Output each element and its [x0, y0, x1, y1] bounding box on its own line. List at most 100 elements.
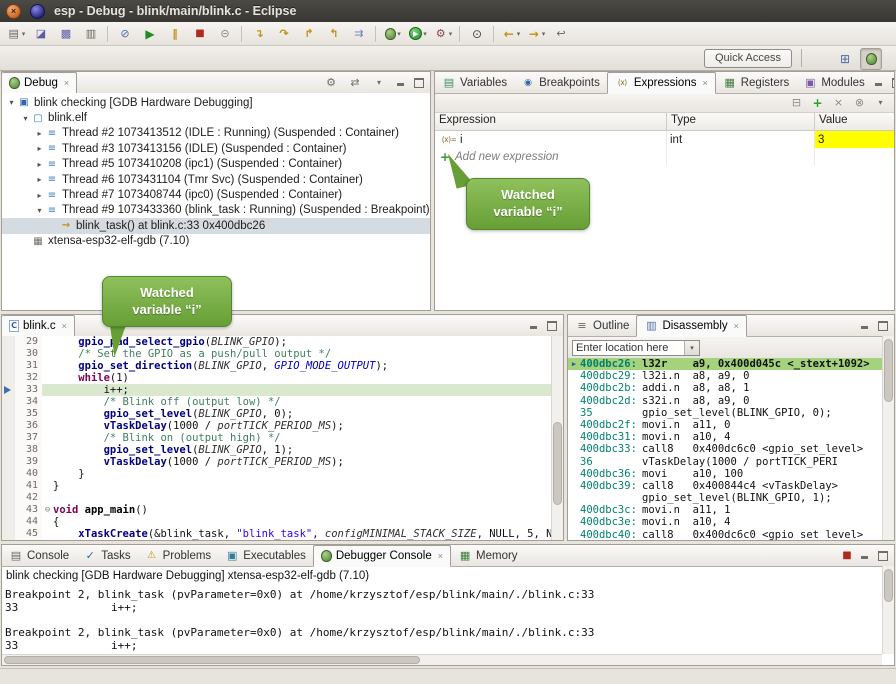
disasm-tab-disassembly[interactable]: ▥Disassembly×: [636, 315, 746, 337]
instruction-stepping-button[interactable]: ⇉: [347, 23, 371, 45]
console-tab-console[interactable]: ▤Console: [2, 545, 76, 566]
column-header-value[interactable]: Value: [815, 113, 894, 130]
remove-expression-button[interactable]: ×: [829, 94, 848, 112]
column-header-expression[interactable]: Expression: [435, 113, 667, 130]
debug-tree-item[interactable]: ▾≡Thread #9 1073433360 (blink_task : Run…: [2, 203, 430, 218]
views-tab-variables[interactable]: ▤Variables: [435, 72, 514, 93]
code-line[interactable]: 31 gpio_set_direction(BLINK_GPIO, GPIO_M…: [2, 360, 563, 372]
link-with-editor-button[interactable]: ⇄: [344, 72, 366, 94]
suspend-button[interactable]: ‖: [163, 23, 187, 45]
scrollbar-thumb[interactable]: [553, 422, 562, 506]
external-tools-button[interactable]: ⚙▾: [431, 23, 455, 45]
view-menu-button[interactable]: ▾: [368, 72, 390, 94]
expression-row[interactable]: (x)=iint3: [435, 131, 894, 148]
search-button[interactable]: ⊙: [465, 23, 489, 45]
tree-closed-arrow-icon[interactable]: ▸: [34, 160, 45, 169]
add-expression-row[interactable]: +Add new expression: [435, 148, 894, 165]
console-tab-problems[interactable]: ⚠Problems: [138, 545, 219, 566]
step-into-button[interactable]: ↴: [247, 23, 271, 45]
disconnect-button[interactable]: ⊝: [213, 23, 237, 45]
editor-tab-blink-c[interactable]: blink.c×: [2, 315, 75, 337]
close-icon[interactable]: ×: [64, 78, 69, 88]
tree-open-arrow-icon[interactable]: ▾: [20, 114, 31, 123]
maximize-button[interactable]: [412, 76, 426, 90]
console-tab-executables[interactable]: ▣Executables: [218, 545, 313, 566]
console-tab-debugger-console[interactable]: Debugger Console×: [313, 545, 451, 567]
views-tab-modules[interactable]: ▣Modules: [796, 72, 871, 93]
code-line[interactable]: 39 vTaskDelay(1000 / portTICK_PERIOD_MS)…: [2, 456, 563, 468]
step-over-button[interactable]: ↷: [272, 23, 296, 45]
last-edit-location-button[interactable]: ↩: [549, 23, 573, 45]
scrollbar-thumb[interactable]: [884, 339, 893, 402]
fold-collapse-icon[interactable]: ⊖: [42, 504, 53, 516]
close-icon[interactable]: ×: [734, 321, 739, 331]
debug-tree-item[interactable]: ▸≡Thread #6 1073431104 (Tmr Svc) (Suspen…: [2, 172, 430, 187]
tree-closed-arrow-icon[interactable]: ▸: [34, 129, 45, 138]
console-tab-memory[interactable]: ▦Memory: [451, 545, 525, 566]
terminate-button[interactable]: ■: [188, 23, 212, 45]
terminate-console-button[interactable]: ■: [840, 549, 854, 563]
back-button[interactable]: ←▾: [499, 23, 523, 45]
editor-scrollbar[interactable]: [551, 336, 563, 540]
disassembly-row[interactable]: 400dbc29:l32i.n a8, a9, 0: [568, 370, 882, 382]
step-return-button[interactable]: ↱: [297, 23, 321, 45]
console-horizontal-scrollbar[interactable]: [2, 654, 882, 665]
scrollbar-thumb[interactable]: [884, 569, 893, 602]
disasm-tab-outline[interactable]: ≡Outline: [568, 315, 636, 336]
code-line[interactable]: 42: [2, 492, 563, 504]
view-management-button[interactable]: ⚙: [320, 72, 342, 94]
maximize-button[interactable]: [876, 549, 890, 563]
window-close-button[interactable]: ×: [6, 4, 21, 19]
maximize-button[interactable]: [545, 319, 559, 333]
debug-tab-debug[interactable]: Debug×: [2, 72, 77, 94]
new-watch-expression-button[interactable]: +: [808, 94, 827, 112]
close-icon[interactable]: ×: [438, 551, 443, 561]
code-line[interactable]: 44{: [2, 516, 563, 528]
disassembly-scrollbar[interactable]: [882, 336, 894, 540]
code-line[interactable]: 29 gpio_pad_select_gpio(BLINK_GPIO);: [2, 336, 563, 348]
remove-all-expressions-button[interactable]: ⊗: [850, 94, 869, 112]
minimize-button[interactable]: [527, 319, 541, 333]
minimize-button[interactable]: [872, 76, 886, 90]
chevron-down-icon[interactable]: ▾: [684, 341, 699, 355]
disassembly-row[interactable]: 400dbc33:call8 0x400dc6c0 <gpio_set_leve…: [568, 443, 882, 455]
views-tab-expressions[interactable]: (x)Expressions×: [607, 72, 716, 94]
code-line[interactable]: 40 }: [2, 468, 563, 480]
maximize-button[interactable]: [876, 319, 890, 333]
tree-open-arrow-icon[interactable]: ▾: [6, 98, 17, 107]
code-editor[interactable]: 29 gpio_pad_select_gpio(BLINK_GPIO);30 /…: [2, 336, 563, 540]
debug-tree-item[interactable]: ▦xtensa-esp32-elf-gdb (7.10): [2, 234, 430, 249]
disassembly-row[interactable]: 400dbc2f:movi.n a11, 0: [568, 419, 882, 431]
debug-tree-item[interactable]: →blink_task() at blink.c:33 0x400dbc26: [2, 218, 430, 233]
disassembly-row[interactable]: ▶400dbc26:l32r a9, 0x400d045c <_stext+10…: [568, 358, 882, 370]
disassembly-row[interactable]: 400dbc2d:s32i.n a8, a9, 0: [568, 395, 882, 407]
code-line[interactable]: 35 gpio_set_level(BLINK_GPIO, 0);: [2, 408, 563, 420]
location-combo[interactable]: Enter location here ▾: [572, 340, 700, 356]
code-line[interactable]: 45 xTaskCreate(&blink_task, "blink_task"…: [2, 528, 563, 540]
skip-all-breakpoints-button[interactable]: ⊘: [113, 23, 137, 45]
scrollbar-thumb[interactable]: [4, 656, 420, 664]
code-line[interactable]: 34 /* Blink off (output low) */: [2, 396, 563, 408]
save-button[interactable]: ◪: [29, 23, 53, 45]
disassembly-row[interactable]: gpio_set_level(BLINK_GPIO, 1);: [568, 492, 882, 504]
debug-tree-item[interactable]: ▸≡Thread #5 1073410208 (ipc1) (Suspended…: [2, 157, 430, 172]
console-tab-tasks[interactable]: ✓Tasks: [76, 545, 137, 566]
code-line[interactable]: 30 /* Set the GPIO as a push/pull output…: [2, 348, 563, 360]
save-all-button[interactable]: ▩: [54, 23, 78, 45]
disassembly-row[interactable]: 400dbc31:movi.n a10, 4: [568, 431, 882, 443]
resume-button[interactable]: ▶: [138, 23, 162, 45]
code-line[interactable]: 37 /* Blink on (output high) */: [2, 432, 563, 444]
minimize-button[interactable]: [858, 549, 872, 563]
tree-closed-arrow-icon[interactable]: ▸: [34, 191, 45, 200]
print-button[interactable]: ▥: [79, 23, 103, 45]
code-line[interactable]: 38 gpio_set_level(BLINK_GPIO, 1);: [2, 444, 563, 456]
disassembly-row[interactable]: 400dbc39:call8 0x400844c4 <vTaskDelay>: [568, 480, 882, 492]
view-menu-button[interactable]: ▾: [871, 94, 890, 112]
open-perspective-button[interactable]: ⊞: [834, 48, 856, 70]
code-line[interactable]: 32 while(1): [2, 372, 563, 384]
drop-to-frame-button[interactable]: ↰: [322, 23, 346, 45]
debug-tree-item[interactable]: ▸≡Thread #3 1073413156 (IDLE) (Suspended…: [2, 141, 430, 156]
code-line[interactable]: 33 i++;: [2, 384, 563, 396]
forward-button[interactable]: →▾: [524, 23, 548, 45]
quick-access-button[interactable]: Quick Access: [704, 49, 792, 68]
